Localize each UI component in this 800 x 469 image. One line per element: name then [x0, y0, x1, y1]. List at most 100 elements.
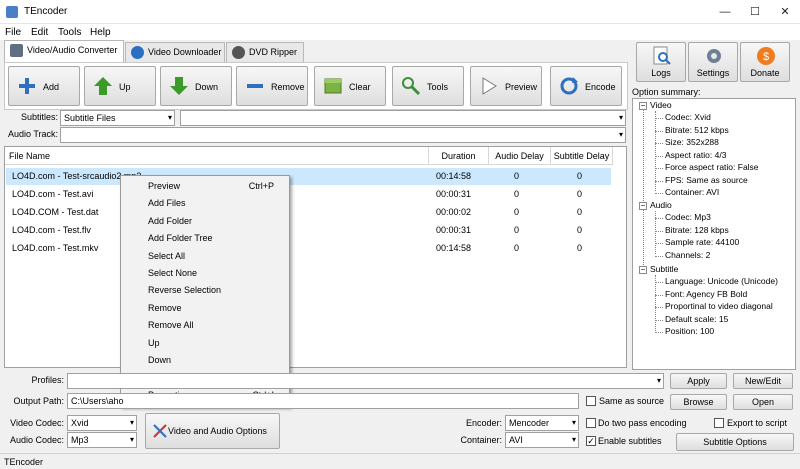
apply-button[interactable]: Apply — [670, 373, 727, 389]
play-icon — [482, 77, 497, 95]
encode-button[interactable]: Encode — [550, 66, 622, 106]
context-menu-item[interactable]: Add Folder — [122, 213, 288, 230]
menu-file[interactable]: File — [5, 27, 21, 38]
tree-subtitle-item: Default scale: 15 — [665, 313, 729, 324]
logs-button[interactable]: Logs — [636, 42, 686, 82]
arrow-up-icon — [94, 77, 112, 95]
audio-codec-label: Audio Codec: — [9, 435, 64, 445]
duration-cell: 00:14:58 — [436, 243, 472, 253]
tab-video-audio-converter[interactable]: Video/Audio Converter — [4, 40, 124, 63]
menu-tools[interactable]: Tools — [58, 27, 81, 38]
down-button[interactable]: Down — [160, 66, 232, 106]
encoder-label: Encoder: — [465, 418, 502, 428]
output-path-field[interactable]: C:\Users\aho — [67, 393, 579, 409]
audio-track-label: Audio Track: — [7, 129, 58, 139]
same-as-source-checkbox[interactable] — [586, 396, 596, 406]
subtitles-type-select[interactable]: Subtitle Files ▾ — [60, 110, 175, 126]
two-pass-checkbox[interactable] — [586, 418, 596, 428]
subtitle-delay-cell: 0 — [577, 171, 583, 181]
profiles-select[interactable]: ▾ — [67, 373, 664, 389]
same-as-source-label: Same as source — [599, 396, 665, 406]
context-menu-item[interactable]: Select All — [122, 248, 288, 265]
context-menu-item[interactable]: Reverse Selection — [122, 282, 288, 299]
open-button[interactable]: Open — [733, 394, 793, 410]
browse-button[interactable]: Browse — [670, 394, 727, 410]
up-button[interactable]: Up — [84, 66, 156, 106]
collapse-video-icon[interactable]: − — [639, 102, 647, 110]
preview-label: Preview — [505, 82, 538, 92]
context-menu-item[interactable]: Remove All — [122, 317, 288, 334]
tree-audio-item: Channels: 2 — [665, 249, 711, 260]
context-menu-item[interactable]: Down — [122, 352, 288, 369]
context-menu-item[interactable]: Remove — [122, 300, 288, 317]
context-menu-label: Add Folder Tree — [148, 233, 213, 244]
table-row[interactable]: LO4D.COM - Test.dat 00:00:02 0 0 — [6, 204, 611, 221]
maximize-button[interactable]: ☐ — [740, 0, 770, 24]
tab-video-downloader[interactable]: Video Downloader — [125, 42, 225, 62]
video-audio-options-button[interactable]: Video and Audio Options — [145, 413, 280, 449]
clear-button[interactable]: Clear — [314, 66, 386, 106]
globe-icon — [131, 46, 144, 59]
context-menu-item[interactable]: Preview Ctrl+P — [122, 178, 288, 195]
collapse-subtitle-icon[interactable]: − — [639, 266, 647, 274]
enable-subtitles-label: Enable subtitles — [598, 436, 662, 446]
duration-cell: 00:00:31 — [436, 225, 472, 235]
settings-button[interactable]: Settings — [688, 42, 738, 82]
table-row[interactable]: LO4D.com - Test-srcaudio2.mp3 00:14:58 0 0 — [6, 168, 611, 185]
menu-help[interactable]: Help — [90, 27, 111, 38]
remove-button[interactable]: Remove — [236, 66, 308, 106]
tree-video-item: Container: AVI — [665, 187, 720, 197]
collapse-audio-icon[interactable]: − — [639, 202, 647, 210]
minus-icon — [247, 84, 263, 88]
subtitle-delay-cell: 0 — [577, 207, 583, 217]
container-label: Container: — [460, 435, 502, 445]
logs-label: Logs — [651, 68, 671, 78]
option-summary-tree: − Video Codec: Xvid Bitrate: 512 kbps Size… — [632, 98, 796, 370]
file-list[interactable]: File Name Duration Audio Delay Subtitle … — [4, 146, 627, 368]
status-bar: TEncoder — [0, 453, 800, 469]
encoder-select[interactable]: Mencoder ▾ — [505, 415, 579, 431]
header-duration[interactable]: Duration — [429, 147, 489, 165]
two-pass-label: Do two pass encoding — [598, 418, 687, 428]
add-button[interactable]: Add — [8, 66, 80, 106]
context-menu-item[interactable]: Add Files — [122, 195, 288, 212]
subtitles-label: Subtitles: — [20, 112, 58, 122]
tree-video-item: Force aspect ratio: False — [665, 162, 759, 172]
export-script-checkbox[interactable] — [714, 418, 724, 428]
tree-subtitle: Subtitle — [650, 264, 679, 274]
subtitles-file-select[interactable]: ▾ — [180, 110, 626, 126]
container-select[interactable]: AVI ▾ — [505, 432, 579, 448]
chevron-down-icon: ▾ — [656, 376, 661, 385]
tree-video-item: Codec: Xvid — [665, 112, 711, 122]
table-row[interactable]: LO4D.com - Test.flv 00:00:31 0 0 — [6, 222, 611, 239]
table-row[interactable]: LO4D.com - Test.mkv 00:14:58 0 0 — [6, 240, 611, 257]
title-bar: TEncoder — ☐ ✕ — [0, 0, 800, 24]
menu-edit[interactable]: Edit — [31, 27, 48, 38]
new-edit-button[interactable]: New/Edit — [733, 373, 793, 389]
tools-button[interactable]: Tools — [392, 66, 464, 106]
close-button[interactable]: ✕ — [770, 0, 800, 24]
minimize-button[interactable]: — — [710, 0, 740, 24]
table-row[interactable]: LO4D.com - Test.avi 00:00:31 0 0 — [6, 186, 611, 203]
donate-button[interactable]: $ Donate — [740, 42, 790, 82]
file-name-cell: LO4D.com - Test.flv — [12, 225, 91, 235]
chevron-down-icon: ▾ — [129, 435, 134, 444]
tree-subtitle-item: Language: Unicode (Unicode) — [665, 276, 778, 286]
context-menu-item[interactable]: Add Folder Tree — [122, 230, 288, 247]
context-menu-label: Remove All — [148, 320, 194, 331]
audio-track-select[interactable]: ▾ — [60, 127, 626, 143]
subtitle-options-button[interactable]: Subtitle Options — [676, 433, 794, 451]
encoder-value: Mencoder — [509, 418, 550, 428]
audio-codec-select[interactable]: Mp3 ▾ — [67, 432, 137, 448]
converter-icon — [10, 44, 23, 57]
header-subtitle-delay[interactable]: Subtitle Delay — [551, 147, 613, 165]
tab-dvd-ripper[interactable]: DVD Ripper — [226, 42, 304, 62]
add-label: Add — [43, 82, 60, 92]
header-audio-delay[interactable]: Audio Delay — [489, 147, 551, 165]
context-menu-item[interactable]: Up — [122, 335, 288, 352]
video-codec-select[interactable]: Xvid ▾ — [67, 415, 137, 431]
header-file-name[interactable]: File Name — [5, 147, 429, 165]
preview-button[interactable]: Preview — [470, 66, 542, 106]
enable-subtitles-checkbox[interactable]: ✓ — [586, 436, 596, 446]
context-menu-item[interactable]: Select None — [122, 265, 288, 282]
